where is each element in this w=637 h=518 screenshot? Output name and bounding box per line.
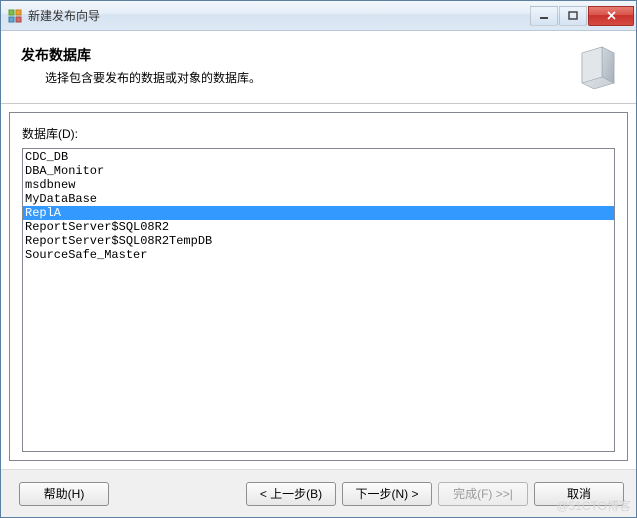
wizard-graphic [574,41,622,89]
database-list-item[interactable]: DBA_Monitor [23,164,614,178]
app-icon [7,8,23,24]
content-panel: 数据库(D): CDC_DBDBA_MonitormsdbnewMyDataBa… [9,112,628,461]
database-list-label: 数据库(D): [22,125,615,142]
window-title: 新建发布向导 [28,7,530,24]
box-icon [574,41,622,89]
database-list-item[interactable]: ReportServer$SQL08R2TempDB [23,234,614,248]
database-list-item[interactable]: ReplA [23,206,614,220]
wizard-footer: 帮助(H) < 上一步(B) 下一步(N) > 完成(F) >>| 取消 [1,469,636,517]
back-button[interactable]: < 上一步(B) [246,482,336,506]
window-controls [530,6,634,26]
wizard-header: 发布数据库 选择包含要发布的数据或对象的数据库。 [1,31,636,104]
close-icon [606,10,617,21]
page-title: 发布数据库 [21,45,564,65]
close-button[interactable] [588,6,634,26]
database-listbox[interactable]: CDC_DBDBA_MonitormsdbnewMyDataBaseReplAR… [22,148,615,452]
database-list-item[interactable]: CDC_DB [23,150,614,164]
maximize-button[interactable] [559,6,587,26]
page-subtitle: 选择包含要发布的数据或对象的数据库。 [21,69,564,86]
maximize-icon [568,11,578,21]
help-button[interactable]: 帮助(H) [19,482,109,506]
database-list-item[interactable]: msdbnew [23,178,614,192]
titlebar: 新建发布向导 [1,1,636,31]
wizard-header-text: 发布数据库 选择包含要发布的数据或对象的数据库。 [21,45,564,86]
cancel-button[interactable]: 取消 [534,482,624,506]
database-list-item[interactable]: ReportServer$SQL08R2 [23,220,614,234]
minimize-button[interactable] [530,6,558,26]
database-list-item[interactable]: MyDataBase [23,192,614,206]
finish-button: 完成(F) >>| [438,482,528,506]
next-button[interactable]: 下一步(N) > [342,482,432,506]
database-list-item[interactable]: SourceSafe_Master [23,248,614,262]
minimize-icon [539,11,549,21]
